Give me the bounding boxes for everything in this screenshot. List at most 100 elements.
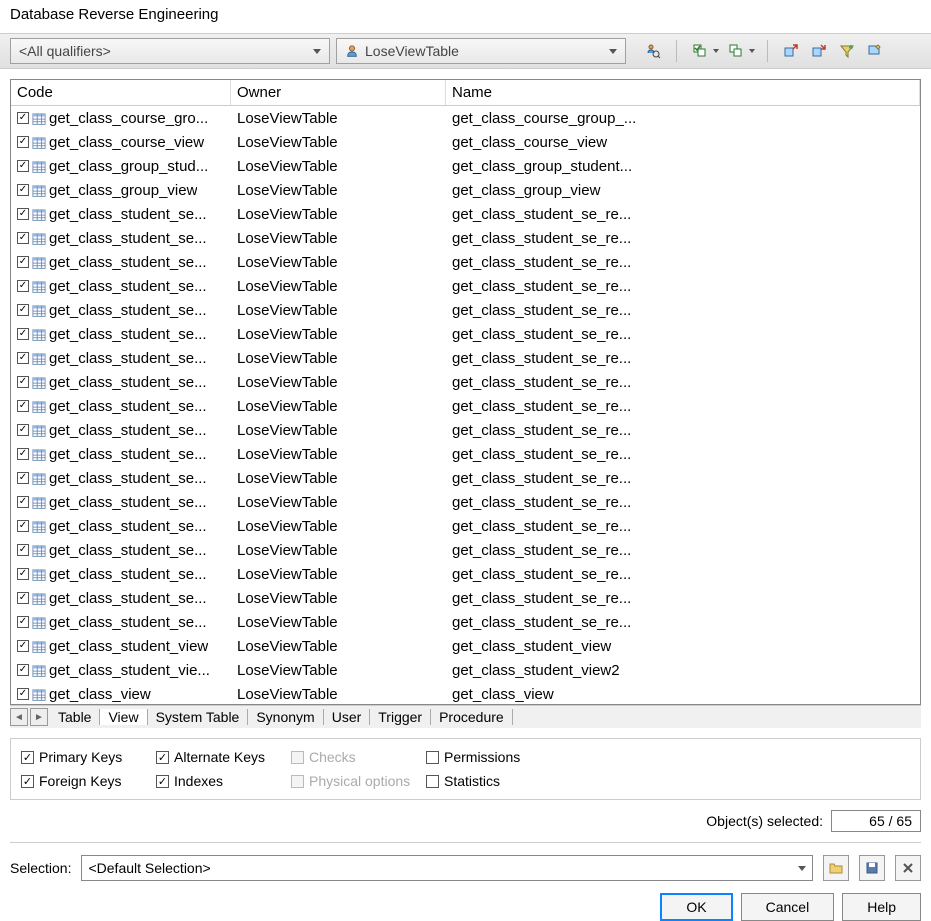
tab-synonym[interactable]: Synonym [248, 709, 323, 725]
tab-trigger[interactable]: Trigger [370, 709, 431, 725]
opt-alternate-keys[interactable]: ✓Alternate Keys [156, 749, 291, 765]
deselect-all-button[interactable] [725, 40, 755, 62]
table-row[interactable]: ✓get_class_student_se...LoseViewTableget… [11, 562, 920, 586]
footer-buttons: OK Cancel Help [10, 893, 921, 921]
row-checkbox[interactable]: ✓ [17, 400, 29, 412]
tab-system-table[interactable]: System Table [148, 709, 249, 725]
row-checkbox[interactable]: ✓ [17, 304, 29, 316]
row-checkbox[interactable]: ✓ [17, 280, 29, 292]
tab-nav-right[interactable]: ► [30, 708, 48, 726]
row-checkbox[interactable]: ✓ [17, 232, 29, 244]
table-row[interactable]: ✓get_class_student_se...LoseViewTableget… [11, 538, 920, 562]
row-checkbox[interactable]: ✓ [17, 376, 29, 388]
table-row[interactable]: ✓get_class_group_viewLoseViewTableget_cl… [11, 178, 920, 202]
table-row[interactable]: ✓get_class_student_se...LoseViewTableget… [11, 250, 920, 274]
tools-button[interactable] [864, 40, 886, 62]
cancel-button[interactable]: Cancel [741, 893, 835, 921]
row-checkbox[interactable]: ✓ [17, 112, 29, 124]
table-row[interactable]: ✓get_class_course_viewLoseViewTableget_c… [11, 130, 920, 154]
table-row[interactable]: ✓get_class_course_gro...LoseViewTableget… [11, 106, 920, 130]
qualifier-label: <All qualifiers> [19, 43, 305, 59]
row-owner: LoseViewTable [231, 566, 446, 583]
tab-procedure[interactable]: Procedure [431, 709, 513, 725]
owner-combo[interactable]: LoseViewTable [336, 38, 626, 64]
row-checkbox[interactable]: ✓ [17, 640, 29, 652]
tab-nav-left[interactable]: ◄ [10, 708, 28, 726]
row-checkbox[interactable]: ✓ [17, 592, 29, 604]
table-row[interactable]: ✓get_class_student_se...LoseViewTableget… [11, 202, 920, 226]
table-row[interactable]: ✓get_class_student_se...LoseViewTableget… [11, 346, 920, 370]
table-row[interactable]: ✓get_class_student_viewLoseViewTableget_… [11, 634, 920, 658]
row-code: get_class_course_view [49, 134, 204, 151]
row-checkbox[interactable]: ✓ [17, 352, 29, 364]
opt-permissions[interactable]: Permissions [426, 749, 561, 765]
table-row[interactable]: ✓get_class_student_se...LoseViewTableget… [11, 226, 920, 250]
open-folder-button[interactable] [823, 855, 849, 881]
help-button[interactable]: Help [842, 893, 921, 921]
table-row[interactable]: ✓get_class_student_se...LoseViewTableget… [11, 466, 920, 490]
row-owner: LoseViewTable [231, 686, 446, 703]
row-checkbox[interactable]: ✓ [17, 616, 29, 628]
table-row[interactable]: ✓get_class_student_se...LoseViewTableget… [11, 394, 920, 418]
tab-user[interactable]: User [324, 709, 371, 725]
chevron-down-icon [749, 49, 755, 53]
row-name: get_class_student_se_re... [446, 590, 920, 607]
row-owner: LoseViewTable [231, 350, 446, 367]
row-code: get_class_course_gro... [49, 110, 208, 127]
row-checkbox[interactable]: ✓ [17, 208, 29, 220]
opt-label: Physical options [309, 773, 410, 789]
table-row[interactable]: ✓get_class_student_se...LoseViewTableget… [11, 322, 920, 346]
tab-table[interactable]: Table [50, 709, 100, 725]
select-all-button[interactable] [689, 40, 719, 62]
table-row[interactable]: ✓get_class_viewLoseViewTableget_class_vi… [11, 682, 920, 704]
table-row[interactable]: ✓get_class_student_se...LoseViewTableget… [11, 370, 920, 394]
qualifier-combo[interactable]: <All qualifiers> [10, 38, 330, 64]
table-row[interactable]: ✓get_class_student_se...LoseViewTableget… [11, 490, 920, 514]
delete-button[interactable] [895, 855, 921, 881]
row-checkbox[interactable]: ✓ [17, 256, 29, 268]
table-row[interactable]: ✓get_class_student_se...LoseViewTableget… [11, 610, 920, 634]
save-button[interactable] [859, 855, 885, 881]
header-owner[interactable]: Owner [231, 80, 446, 105]
row-checkbox[interactable]: ✓ [17, 424, 29, 436]
tab-view[interactable]: View [100, 709, 147, 725]
table-row[interactable]: ✓get_class_student_se...LoseViewTableget… [11, 298, 920, 322]
remove-button[interactable] [808, 40, 830, 62]
opt-statistics[interactable]: Statistics [426, 773, 561, 789]
add-button[interactable] [780, 40, 802, 62]
row-code: get_class_student_se... [49, 446, 207, 463]
row-checkbox[interactable]: ✓ [17, 568, 29, 580]
row-checkbox[interactable]: ✓ [17, 184, 29, 196]
selection-label: Selection: [10, 860, 71, 876]
find-user-button[interactable] [642, 40, 664, 62]
header-code[interactable]: Code [11, 80, 231, 105]
row-name: get_class_student_se_re... [446, 542, 920, 559]
row-checkbox[interactable]: ✓ [17, 496, 29, 508]
row-checkbox[interactable]: ✓ [17, 520, 29, 532]
row-checkbox[interactable]: ✓ [17, 160, 29, 172]
filter-button[interactable] [836, 40, 858, 62]
table-row[interactable]: ✓get_class_group_stud...LoseViewTableget… [11, 154, 920, 178]
grid-body: ✓get_class_course_gro...LoseViewTableget… [11, 106, 920, 704]
row-name: get_class_group_student... [446, 158, 920, 175]
table-row[interactable]: ✓get_class_student_se...LoseViewTableget… [11, 418, 920, 442]
row-checkbox[interactable]: ✓ [17, 472, 29, 484]
opt-indexes[interactable]: ✓Indexes [156, 773, 291, 789]
table-row[interactable]: ✓get_class_student_se...LoseViewTableget… [11, 586, 920, 610]
row-checkbox[interactable]: ✓ [17, 544, 29, 556]
table-row[interactable]: ✓get_class_student_vie...LoseViewTablege… [11, 658, 920, 682]
header-name[interactable]: Name [446, 80, 920, 105]
table-row[interactable]: ✓get_class_student_se...LoseViewTableget… [11, 274, 920, 298]
row-checkbox[interactable]: ✓ [17, 328, 29, 340]
opt-foreign-keys[interactable]: ✓Foreign Keys [21, 773, 156, 789]
row-checkbox[interactable]: ✓ [17, 448, 29, 460]
selection-combo[interactable]: <Default Selection> [81, 855, 813, 881]
row-checkbox[interactable]: ✓ [17, 136, 29, 148]
row-checkbox[interactable]: ✓ [17, 664, 29, 676]
table-row[interactable]: ✓get_class_student_se...LoseViewTableget… [11, 514, 920, 538]
row-checkbox[interactable]: ✓ [17, 688, 29, 700]
grid-scroll[interactable]: Code Owner Name ✓ get_class_course_gro...… [11, 80, 920, 704]
opt-primary-keys[interactable]: ✓Primary Keys [21, 749, 156, 765]
ok-button[interactable]: OK [660, 893, 732, 921]
table-row[interactable]: ✓get_class_student_se...LoseViewTableget… [11, 442, 920, 466]
